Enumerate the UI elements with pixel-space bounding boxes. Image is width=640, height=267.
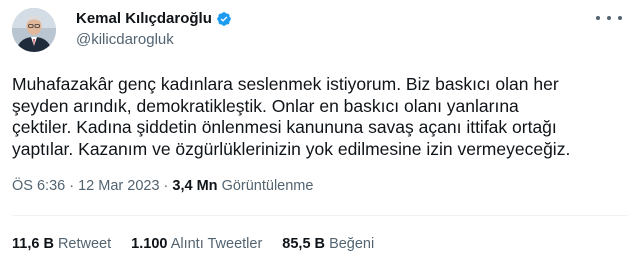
- likes-stat[interactable]: 85,5 B Beğeni: [282, 236, 374, 252]
- tweet-card: Kemal Kılıçdaroğlu @kilicdarogluk Muhafa…: [0, 0, 640, 267]
- retweets-count: 11,6 B: [12, 236, 54, 252]
- more-dot: [607, 16, 611, 20]
- more-dot: [618, 16, 622, 20]
- likes-label: Beğeni: [329, 236, 375, 252]
- quotes-count: 1.100: [131, 236, 168, 252]
- more-options-icon[interactable]: [596, 10, 622, 26]
- quotes-label: Alıntı Tweetler: [170, 236, 263, 252]
- retweets-stat[interactable]: 11,6 B Retweet: [12, 236, 111, 252]
- profile-photo: [12, 8, 56, 52]
- views-count: 3,4 Mn: [172, 178, 218, 194]
- likes-count: 85,5 B: [282, 236, 326, 252]
- tweet-date[interactable]: 12 Mar 2023: [78, 178, 159, 194]
- avatar[interactable]: [12, 8, 56, 52]
- verified-badge-icon: [216, 11, 232, 27]
- tweet-text-line: Muhafazakâr genç kadınlara seslenmek ist…: [12, 74, 559, 94]
- tweet-text-line: çektiler. Kadına şiddetin önlenmesi kanu…: [12, 117, 557, 137]
- tweet-meta: ÖS 6:36 · 12 Mar 2023 · 3,4 Mn Görüntüle…: [12, 178, 313, 194]
- tweet-text-line: yaptılar. Kazanım ve özgürlüklerinizin y…: [12, 138, 571, 159]
- meta-separator: ·: [159, 178, 173, 194]
- tweet-text: Muhafazakâr genç kadınlara seslenmek ist…: [12, 74, 622, 160]
- tweet-stats: 11,6 B Retweet 1.100 Alıntı Tweetler 85,…: [12, 236, 394, 252]
- quotes-stat[interactable]: 1.100 Alıntı Tweetler: [131, 236, 262, 252]
- tweet-text-line: şeyden arındık, demokratikleştik. Onlar …: [12, 95, 519, 116]
- author-name-row: Kemal Kılıçdaroğlu: [76, 10, 232, 27]
- tweet-time[interactable]: ÖS 6:36: [12, 178, 65, 194]
- author-display-name[interactable]: Kemal Kılıçdaroğlu: [76, 10, 212, 27]
- meta-separator: ·: [65, 178, 79, 194]
- more-dot: [596, 16, 600, 20]
- divider: [12, 215, 628, 216]
- views-label: Görüntülenme: [221, 178, 314, 194]
- retweets-label: Retweet: [57, 236, 112, 252]
- author-handle[interactable]: @kilicdarogluk: [76, 31, 174, 48]
